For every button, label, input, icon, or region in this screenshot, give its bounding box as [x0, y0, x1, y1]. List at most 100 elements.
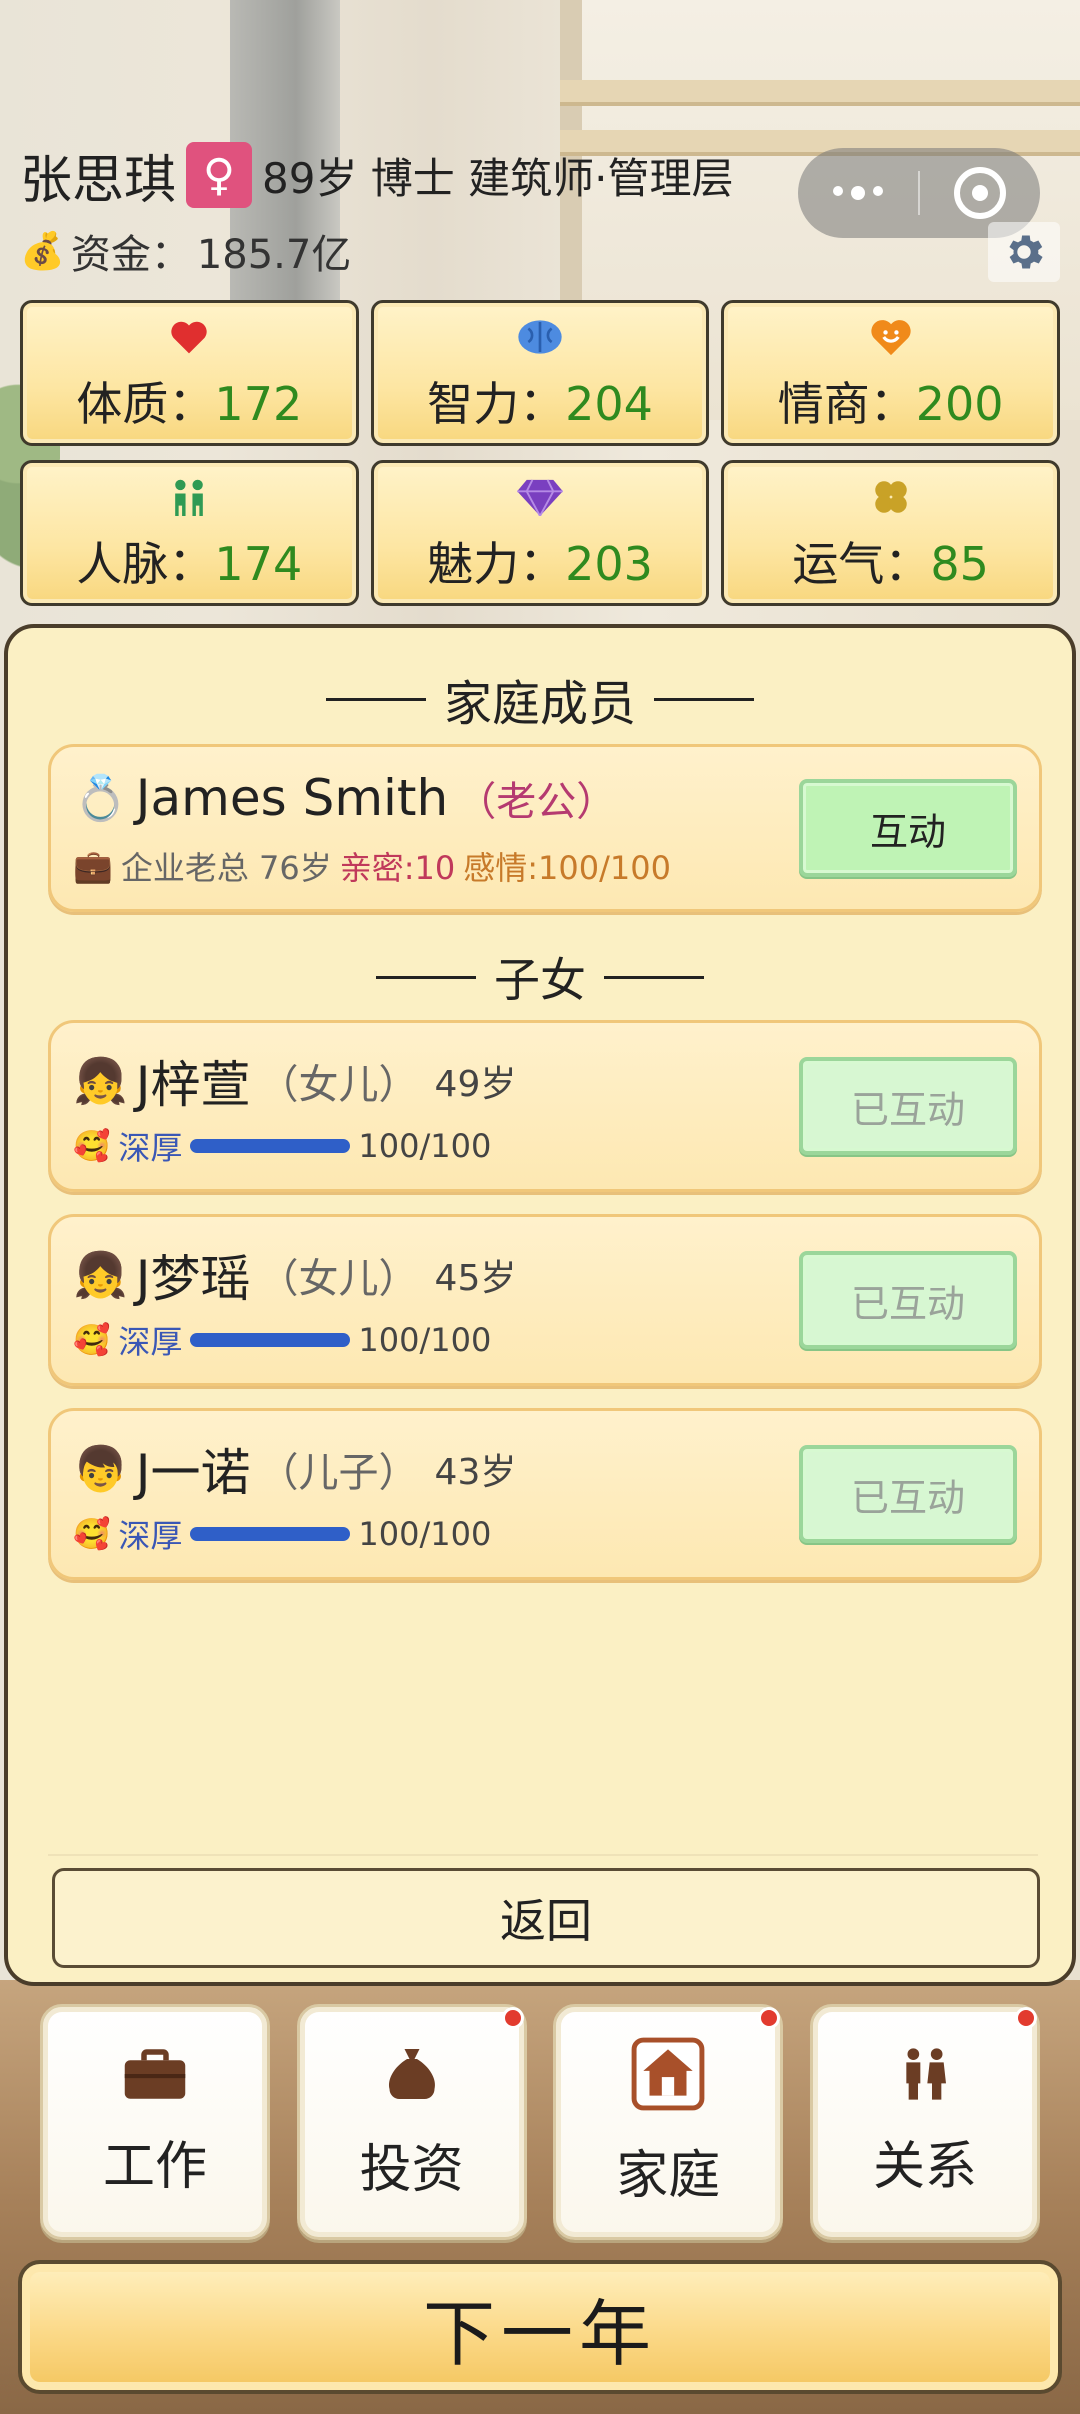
couple-icon: [897, 2046, 953, 2106]
bottom-nav: 工作 投资 家庭 关系: [40, 2004, 1040, 2240]
interacted-button[interactable]: 已互动: [799, 1057, 1017, 1155]
player-name: 张思琪: [20, 150, 177, 211]
stat-network: 人脉：174: [20, 460, 359, 606]
funds-value: 185.7亿: [196, 232, 352, 278]
house-icon: [631, 2037, 705, 2115]
stat-luck: 运气：85: [721, 460, 1060, 606]
member-relation: （老公）: [456, 779, 617, 825]
player-header: 张思琪 ♀ 89岁 博士 建筑师·管理层: [20, 140, 734, 211]
interacted-button[interactable]: 已互动: [799, 1251, 1017, 1349]
family-members-title: 家庭成员: [8, 664, 1072, 734]
bond-progress-bar: [190, 1139, 351, 1153]
panel-divider: [48, 1854, 1038, 1856]
title-line: [604, 975, 704, 979]
member-feeling: 感情:100/100: [463, 849, 671, 887]
stat-label: 运气：: [792, 537, 931, 591]
member-age: 49岁: [434, 1064, 517, 1105]
clover-icon: [870, 472, 912, 522]
nav-invest[interactable]: 投资: [296, 2004, 527, 2240]
bond-progress-bar: [190, 1333, 351, 1347]
stat-label: 体质：: [76, 377, 215, 431]
nav-work[interactable]: 工作: [40, 2004, 270, 2240]
heart-icon: [169, 312, 209, 362]
stat-label: 人脉：: [76, 537, 215, 591]
member-relation: （女儿）: [258, 1256, 419, 1302]
bond-progress-text: 100/100: [358, 1127, 492, 1165]
bond-progress-text: 100/100: [358, 1321, 492, 1359]
notification-dot: [758, 2007, 781, 2029]
background-blind: [560, 80, 1080, 106]
notification-dot: [1014, 2007, 1037, 2029]
funds-label: 资金：: [70, 232, 191, 278]
next-year-button[interactable]: 下一年: [18, 2260, 1062, 2394]
stat-value: 200: [915, 377, 1004, 431]
affection-icon: 🥰: [73, 1128, 111, 1164]
nav-relations[interactable]: 关系: [809, 2004, 1040, 2240]
stat-label: 智力：: [427, 377, 566, 431]
child-card: 👧 J梓萱 （女儿） 49岁 🥰 深厚 100/100 已互动: [48, 1020, 1042, 1192]
smile-heart-icon: [869, 312, 913, 362]
settings-gear-icon[interactable]: [988, 222, 1060, 282]
member-name: J一诺: [135, 1444, 251, 1502]
title-line: [654, 697, 754, 701]
affection-icon: 🥰: [73, 1322, 111, 1358]
diamond-icon: [517, 472, 563, 522]
bond-progress-text: 100/100: [358, 1515, 492, 1553]
nav-family[interactable]: 家庭: [553, 2004, 784, 2240]
close-miniprogram-icon[interactable]: [920, 167, 1040, 219]
stat-intelligence: 智力：204: [370, 300, 710, 446]
money-bag-icon: 💰: [20, 231, 65, 272]
stats-grid: 体质：172 智力：204 情商：200 人脉：174 魅力：203 运气：85: [20, 300, 1060, 606]
stat-constitution: 体质：172: [20, 300, 359, 446]
briefcase-icon: 💼: [73, 847, 113, 885]
bond-level: 深厚: [118, 1323, 183, 1361]
member-name: James Smith: [135, 769, 449, 827]
member-job-age: 企业老总 76岁: [120, 849, 332, 887]
stat-charm: 魅力：203: [370, 460, 710, 606]
affection-icon: 🥰: [73, 1516, 111, 1552]
nav-label: 关系: [872, 2136, 977, 2197]
funds-row: 💰 资金： 185.7亿: [20, 222, 351, 280]
brain-icon: [515, 312, 565, 362]
children-title: 子女: [8, 944, 1072, 1010]
child-card: 👦 J一诺 （儿子） 43岁 🥰 深厚 100/100 已互动: [48, 1408, 1042, 1580]
member-age: 43岁: [434, 1452, 517, 1493]
bond-progress-bar: [190, 1527, 351, 1541]
back-button[interactable]: 返回: [52, 1868, 1040, 1968]
girl-icon: 👧: [73, 1250, 128, 1301]
boy-icon: 👦: [73, 1444, 128, 1495]
title-line: [376, 975, 476, 979]
more-menu-icon[interactable]: [798, 186, 918, 200]
stat-label: 魅力：: [427, 537, 566, 591]
stat-value: 203: [565, 537, 653, 591]
bond-level: 深厚: [118, 1129, 183, 1167]
female-icon: ♀: [186, 142, 253, 208]
interacted-button[interactable]: 已互动: [799, 1445, 1017, 1543]
interact-button[interactable]: 互动: [799, 779, 1017, 877]
spouse-card: 💍 James Smith （老公） 💼 企业老总 76岁 亲密:10 感情:1…: [48, 744, 1042, 912]
stat-label: 情商：: [777, 377, 916, 431]
member-intimacy: 亲密:10: [339, 849, 456, 887]
member-relation: （女儿）: [258, 1062, 419, 1108]
player-meta: 89岁 博士 建筑师·管理层: [262, 153, 734, 203]
member-name: J梦瑶: [135, 1250, 251, 1308]
stat-value: 174: [214, 537, 303, 591]
girl-icon: 👧: [73, 1056, 128, 1107]
briefcase-icon: [122, 2046, 188, 2106]
stat-value: 172: [214, 377, 303, 431]
member-age: 45岁: [434, 1258, 517, 1299]
stat-value: 204: [565, 377, 653, 431]
bond-level: 深厚: [118, 1517, 183, 1555]
ring-icon: 💍: [73, 773, 128, 824]
title-line: [325, 697, 426, 701]
child-card: 👧 J梦瑶 （女儿） 45岁 🥰 深厚 100/100 已互动: [48, 1214, 1042, 1386]
stat-eq: 情商：200: [721, 300, 1060, 446]
nav-label: 工作: [102, 2136, 207, 2197]
nav-label: 家庭: [616, 2145, 721, 2206]
stat-value: 85: [930, 537, 989, 591]
notification-dot: [501, 2007, 524, 2029]
people-icon: [167, 472, 211, 522]
member-relation: （儿子）: [258, 1450, 419, 1496]
money-bag-icon: [382, 2043, 442, 2109]
member-name: J梓萱: [135, 1056, 251, 1114]
